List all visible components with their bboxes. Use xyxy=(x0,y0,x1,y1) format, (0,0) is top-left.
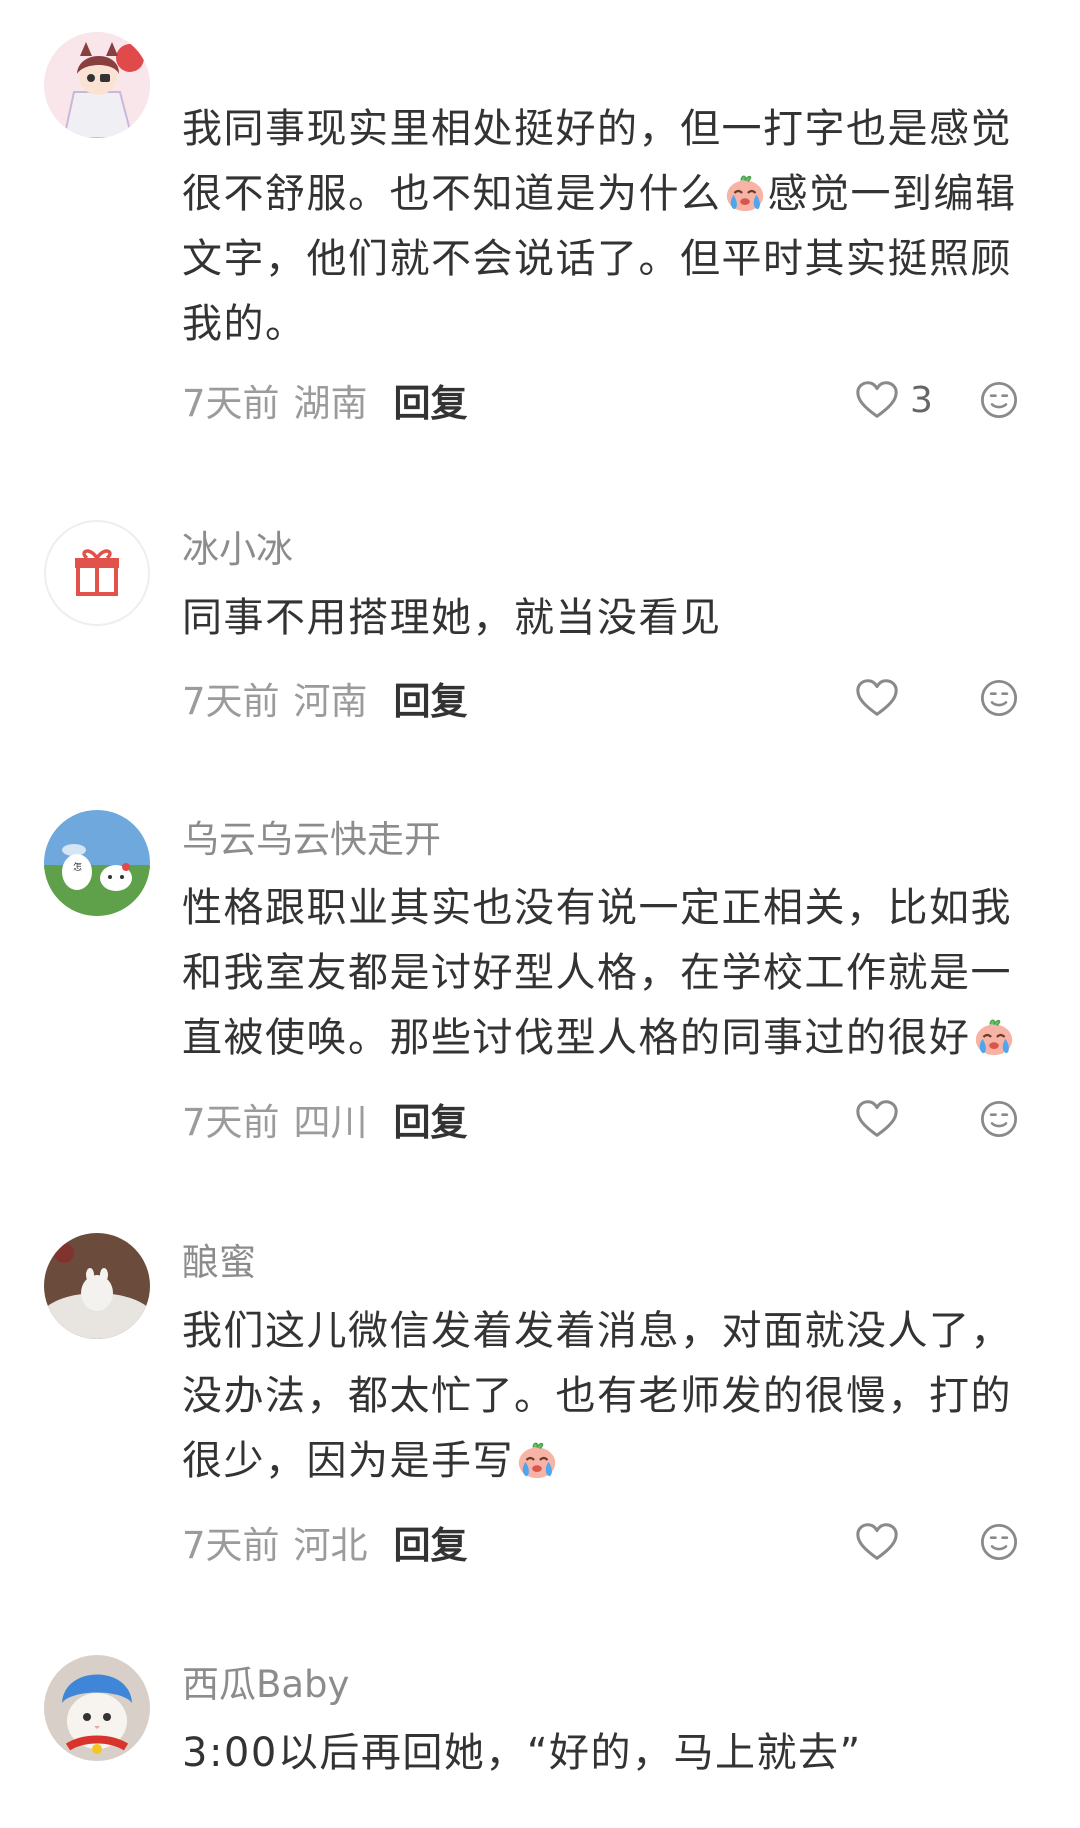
like-button[interactable] xyxy=(854,1519,964,1565)
username[interactable]: 西瓜Baby xyxy=(182,1661,1022,1709)
comment-body: 酿蜜 我们这儿微信发着发着消息，对面就没人了，没办法，都太忙了。也有老师发的很慢… xyxy=(182,1239,1022,1494)
comment-text: 同事不用搭理她，就当没看见 xyxy=(182,595,722,641)
like-count: 3 xyxy=(910,379,933,421)
smiley-icon[interactable] xyxy=(978,379,1020,421)
comment-body: 我同事现实里相处挺好的，但一打字也是感觉很不舒服。也不知道是为什么 感觉一到编辑文… xyxy=(182,97,1022,357)
like-button[interactable]: 3 xyxy=(854,377,964,423)
comment-region: 河北 xyxy=(293,1524,368,1567)
heart-outline-icon xyxy=(854,377,900,423)
gift-icon xyxy=(75,549,119,596)
like-button[interactable] xyxy=(854,675,964,721)
comment-meta: 7天前 河北 回复 xyxy=(182,1515,1020,1569)
crying-face-emoji xyxy=(514,1436,560,1482)
comment-region: 四川 xyxy=(293,1101,368,1144)
reply-button[interactable]: 回复 xyxy=(394,1515,468,1569)
avatar[interactable] xyxy=(44,520,150,626)
avatar[interactable]: 怎 xyxy=(44,810,150,916)
comment-text: 性格跟职业其实也没有说一定正相关，比如我和我室友都是讨好型人格，在学校工作就是一… xyxy=(182,876,1022,1071)
reply-button[interactable]: 回复 xyxy=(394,671,468,725)
crying-face-emoji xyxy=(722,169,768,215)
avatar[interactable] xyxy=(44,1655,150,1761)
comment-text: 3:00以后再回她，“好的，马上就去” xyxy=(182,1730,862,1776)
reply-button[interactable]: 回复 xyxy=(394,373,468,427)
comment-meta: 7天前 四川 回复 xyxy=(182,1092,1020,1146)
heart-outline-icon xyxy=(854,675,900,721)
username[interactable]: 乌云乌云快走开 xyxy=(182,816,1022,864)
reply-button[interactable]: 回复 xyxy=(394,1092,468,1146)
svg-text:怎: 怎 xyxy=(73,861,82,873)
like-button[interactable] xyxy=(854,1096,964,1142)
comment-region: 河南 xyxy=(293,680,368,723)
heart-outline-icon xyxy=(854,1096,900,1142)
avatar[interactable] xyxy=(44,32,150,138)
comment-time: 7天前 xyxy=(182,680,280,723)
comment-meta: 7天前 湖南 回复 3 xyxy=(182,373,1020,427)
username[interactable]: 酿蜜 xyxy=(182,1239,1022,1287)
comment-body: 乌云乌云快走开 性格跟职业其实也没有说一定正相关，比如我和我室友都是讨好型人格，… xyxy=(182,816,1022,1071)
smiley-icon[interactable] xyxy=(978,1098,1020,1140)
crying-face-emoji xyxy=(971,1013,1017,1059)
avatar[interactable] xyxy=(44,1233,150,1339)
comment-meta: 7天前 河南 回复 xyxy=(182,671,1020,725)
comment-text: 我同事现实里相处挺好的，但一打字也是感觉很不舒服。也不知道是为什么 感觉一到编辑文… xyxy=(182,106,1017,347)
comment-text: 我们这儿微信发着发着消息，对面就没人了，没办法，都太忙了。也有老师发的很慢，打的… xyxy=(182,1308,1012,1484)
smiley-icon[interactable] xyxy=(978,1521,1020,1563)
heart-outline-icon xyxy=(854,1519,900,1565)
comment-body: 冰小冰 同事不用搭理她，就当没看见 xyxy=(182,526,1022,651)
comment-body: 西瓜Baby 3:00以后再回她，“好的，马上就去” xyxy=(182,1661,1022,1786)
comment-region: 湖南 xyxy=(293,382,368,425)
comment-time: 7天前 xyxy=(182,1524,280,1567)
comment-time: 7天前 xyxy=(182,1101,280,1144)
username[interactable]: 冰小冰 xyxy=(182,526,1022,574)
smiley-icon[interactable] xyxy=(978,677,1020,719)
comment-time: 7天前 xyxy=(182,382,280,425)
